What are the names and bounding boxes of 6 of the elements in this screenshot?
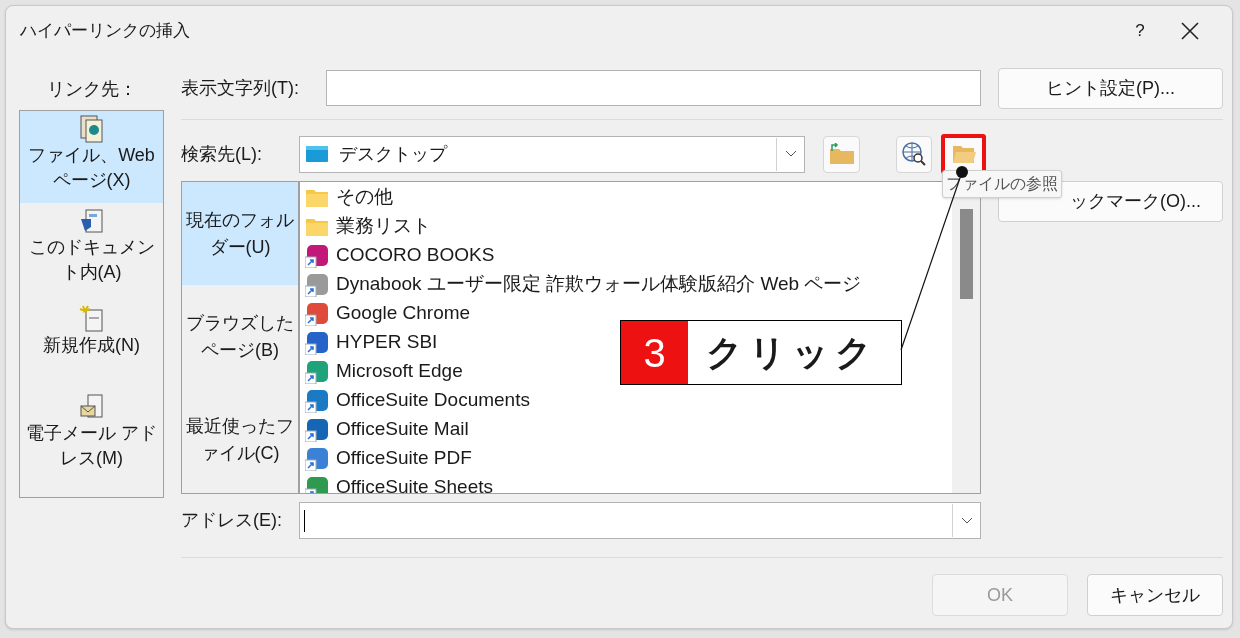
display-text-label: 表示文字列(T): xyxy=(181,76,300,100)
step-number: 3 xyxy=(621,321,688,384)
address-label: アドレス(E): xyxy=(181,509,283,532)
window-title: ハイパーリンクの挿入 xyxy=(20,20,190,43)
link-to-label: リンク先： xyxy=(45,78,138,101)
look-in-label: 検索先(L): xyxy=(181,142,263,166)
